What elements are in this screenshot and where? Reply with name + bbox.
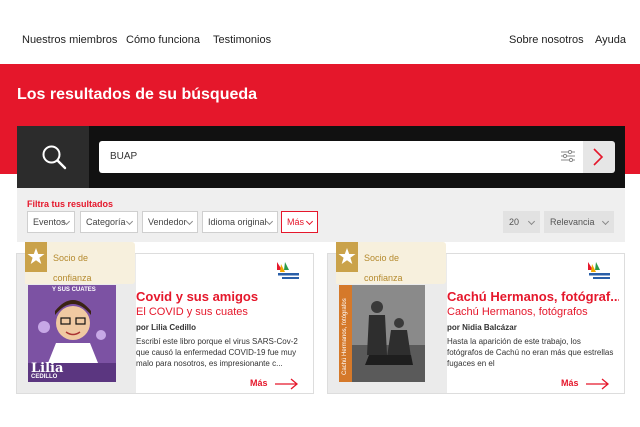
result-subtitle: El COVID y sus cuates — [136, 306, 248, 318]
filter-language-dropdown[interactable]: Idioma original — [202, 211, 278, 233]
sort-value: Relevancia — [550, 217, 595, 227]
publisher-logo — [275, 260, 301, 282]
chevron-down-icon — [527, 217, 536, 226]
chevron-down-icon — [305, 217, 314, 226]
book-cover[interactable]: Y SUS CUATES Lilia CEDILLO — [28, 285, 116, 382]
nav-link-testimonials[interactable]: Testimonios — [213, 34, 271, 46]
per-page-select[interactable]: 20 — [503, 211, 540, 233]
badge-label: Socio de confianza — [53, 253, 92, 283]
result-author: por Nidia Balcázar — [447, 323, 517, 332]
filter-more-dropdown[interactable]: Más — [281, 211, 318, 233]
chevron-down-icon — [601, 217, 610, 226]
filters-title: Filtra tus resultados — [27, 199, 114, 209]
nav-link-how-it-works[interactable]: Cómo funciona — [126, 34, 200, 46]
publisher-logo — [586, 260, 612, 282]
filter-events-dropdown[interactable]: Eventos — [27, 211, 75, 233]
result-description: Hasta la aparición de este trabajo, los … — [447, 337, 614, 368]
book-cover[interactable]: Cachú Hermanos, fotógrafos — [339, 285, 425, 382]
arrow-right-icon[interactable] — [586, 378, 610, 390]
result-title[interactable]: Covid y sus amigos — [136, 289, 308, 304]
nav-link-about[interactable]: Sobre nosotros — [509, 34, 584, 46]
search-submit-button[interactable] — [583, 141, 615, 173]
chevron-down-icon — [125, 217, 134, 226]
arrow-right-icon[interactable] — [275, 378, 299, 390]
more-link[interactable]: Más — [250, 378, 268, 388]
page-title: Los resultados de su búsqueda — [17, 86, 258, 103]
chevron-right-icon — [593, 148, 604, 166]
filter-seller-dropdown[interactable]: Vendedor — [142, 211, 198, 233]
filter-settings-icon[interactable] — [561, 149, 575, 167]
dropdown-label: Más — [287, 217, 305, 227]
star-icon — [25, 242, 47, 272]
dropdown-label: Categoría — [86, 217, 126, 227]
top-navigation: Nuestros miembros Cómo funciona Testimon… — [0, 0, 640, 64]
per-page-value: 20 — [509, 217, 520, 227]
chevron-down-icon — [185, 217, 194, 226]
search-query: BUAP — [110, 151, 138, 162]
cover-author-last: CEDILLO — [31, 374, 58, 380]
dropdown-label: Eventos — [33, 217, 66, 227]
filter-category-dropdown[interactable]: Categoría — [80, 211, 138, 233]
dropdown-label: Idioma original — [208, 217, 267, 227]
hero-banner: Los resultados de su búsqueda — [0, 64, 640, 126]
result-description: Escribí este libro porque el virus SARS-… — [136, 337, 298, 368]
search-icon — [42, 145, 67, 170]
chevron-down-icon — [265, 217, 274, 226]
badge-label: Socio de confianza — [364, 253, 403, 283]
star-icon — [336, 242, 358, 272]
search-input[interactable]: BUAP — [99, 141, 583, 173]
search-button[interactable] — [17, 126, 89, 188]
sort-select[interactable]: Relevancia — [544, 211, 614, 233]
nav-link-help[interactable]: Ayuda — [595, 34, 626, 46]
result-title[interactable]: Cachú Hermanos, fotógraf... — [447, 289, 619, 304]
more-link[interactable]: Más — [561, 378, 579, 388]
nav-link-members[interactable]: Nuestros miembros — [22, 34, 117, 46]
trusted-partner-badge: Socio de confianza — [25, 242, 135, 284]
cover-spine-title: Cachú Hermanos, fotógrafos — [342, 298, 348, 375]
result-subtitle: Cachú Hermanos, fotógrafos — [447, 306, 588, 318]
trusted-partner-badge: Socio de confianza — [336, 242, 446, 284]
dropdown-label: Vendedor — [148, 217, 187, 227]
result-author: por Lilia Cedillo — [136, 323, 197, 332]
